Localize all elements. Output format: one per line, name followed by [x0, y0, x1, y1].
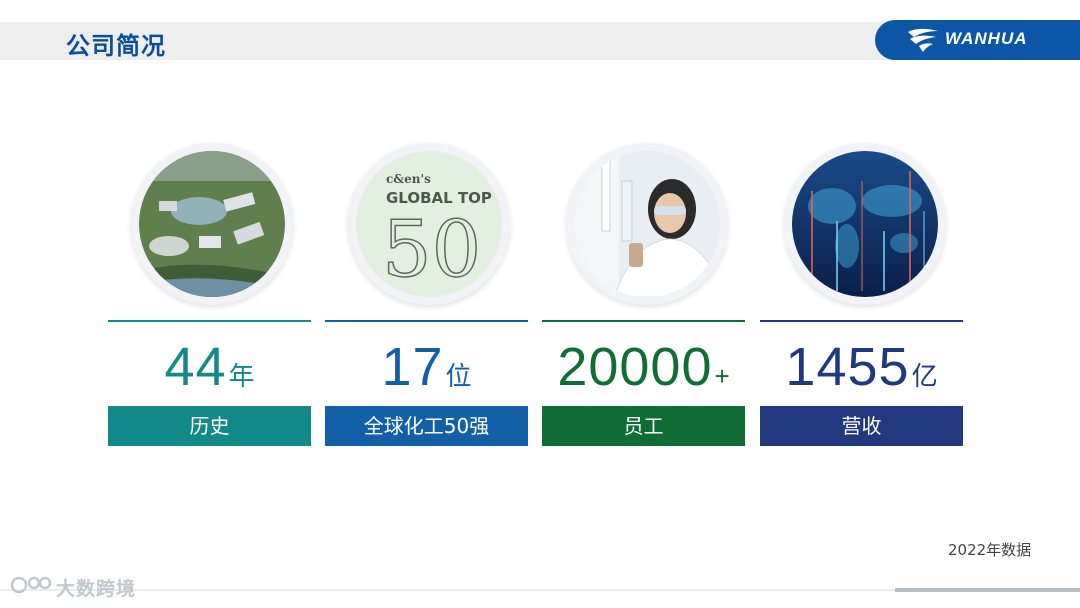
world-data-map-image: [784, 143, 946, 305]
stat-history: 44年: [108, 336, 311, 398]
watermark: 大数跨境: [10, 574, 136, 601]
stat-unit: 亿: [911, 361, 938, 391]
label-history: 历史: [108, 406, 311, 446]
aerial-campus-image: [131, 143, 293, 305]
stat-unit: +: [714, 361, 730, 391]
label-ranking: 全球化工50强: [325, 406, 528, 446]
lab-scientist-image: [566, 143, 728, 305]
divider-history: [108, 320, 311, 322]
label-revenue: 营收: [760, 406, 963, 446]
stat-ranking: 17位: [325, 336, 528, 398]
stat-unit: 年: [228, 361, 255, 391]
stat-number: 44: [164, 337, 227, 397]
bottom-accent-bar: [895, 588, 1080, 592]
global-top-50-image: c&en's GLOBAL TOP 50: [348, 143, 510, 305]
stat-unit: 位: [445, 361, 472, 391]
wanhua-logo: WANHUA: [875, 20, 1080, 60]
divider-ranking: [325, 320, 528, 322]
page-title: 公司简况: [66, 32, 166, 60]
stat-number: 20000: [557, 337, 713, 397]
stat-number: 1455: [785, 337, 910, 397]
stat-employees: 20000+: [542, 336, 745, 398]
stat-revenue: 1455亿: [760, 336, 963, 398]
wanhua-logo-mark-icon: [908, 28, 938, 52]
watermark-logo-icon: [10, 576, 52, 594]
divider-employees: [542, 320, 745, 322]
image-brand-text: c&en's: [386, 172, 431, 186]
image-big-text: 50: [382, 205, 481, 295]
logo-text: WANHUA: [945, 29, 1028, 48]
data-year-footnote: 2022年数据: [948, 541, 1032, 559]
watermark-text: 大数跨境: [56, 578, 137, 600]
divider-revenue: [760, 320, 963, 322]
label-employees: 员工: [542, 406, 745, 446]
stat-number: 17: [381, 337, 444, 397]
